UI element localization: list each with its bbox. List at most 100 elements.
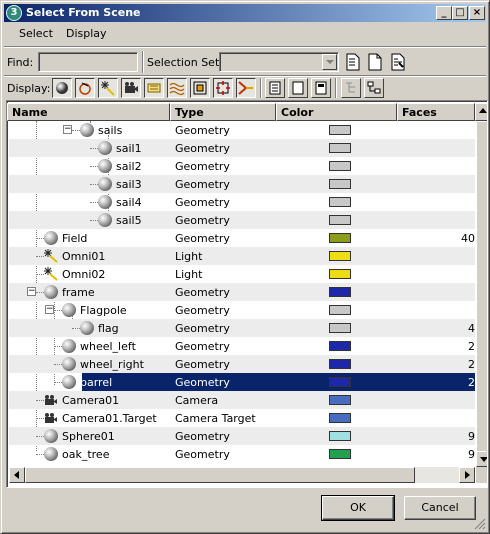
select-all-icon[interactable] — [345, 53, 361, 71]
scroll-down-button[interactable] — [476, 451, 487, 467]
display-none-button[interactable] — [288, 78, 308, 98]
table-row[interactable]: barrel Geometry 2 — [9, 373, 475, 391]
filter-xrefs-button[interactable] — [213, 78, 233, 98]
row-name: frame — [62, 286, 95, 299]
collapse-toggle-icon[interactable]: − — [63, 125, 72, 134]
cancel-button[interactable]: Cancel — [404, 496, 476, 520]
sphere-icon — [98, 159, 112, 173]
selection-set-label: Selection Set: — [147, 56, 223, 69]
table-row[interactable]: sail5 Geometry — [9, 211, 475, 229]
scroll-right-button[interactable] — [459, 467, 475, 483]
row-name: barrel — [80, 376, 113, 389]
horizontal-scroll-thumb[interactable] — [25, 467, 415, 483]
filter-spacewarps-button[interactable] — [167, 78, 187, 98]
table-row[interactable]: − frame Geometry — [9, 283, 475, 301]
table-row[interactable]: Omni01 Light — [9, 247, 475, 265]
filter-bones-button[interactable] — [236, 78, 256, 98]
vertical-scrollbar[interactable] — [476, 121, 487, 467]
tree-line — [90, 166, 98, 167]
sphere-icon — [62, 375, 76, 389]
table-row[interactable]: − Flagpole Geometry — [9, 301, 475, 319]
filter-cameras-button[interactable] — [121, 78, 141, 98]
sphere-icon — [98, 141, 112, 155]
tree-line — [54, 382, 62, 383]
display-all-button[interactable] — [265, 78, 285, 98]
menu-display[interactable]: Display — [66, 27, 107, 40]
table-row[interactable]: Camera01 Camera — [9, 391, 475, 409]
list-rows: − sails Geometry sail1 Geometry sail2 Geometry… — [9, 121, 475, 466]
table-row[interactable]: Field Geometry 40 — [9, 229, 475, 247]
table-row[interactable]: Camera01.Target Camera Target — [9, 409, 475, 427]
light-icon — [44, 267, 58, 281]
color-swatch — [329, 341, 351, 351]
header-scroll-up-button[interactable] — [475, 103, 487, 121]
color-swatch — [329, 215, 351, 225]
table-row[interactable]: sail4 Geometry — [9, 193, 475, 211]
table-row[interactable]: Sphere01 Geometry 9 — [9, 427, 475, 445]
tree-line — [54, 310, 62, 311]
horizontal-scrollbar[interactable] — [9, 467, 475, 483]
collapse-toggle-icon[interactable]: − — [27, 287, 36, 296]
filter-lights-button[interactable] — [98, 78, 118, 98]
column-header-color[interactable]: Color — [276, 103, 397, 121]
select-invert-icon[interactable] — [390, 53, 406, 71]
close-button[interactable]: × — [469, 6, 485, 20]
minimize-button[interactable]: _ — [436, 6, 452, 20]
table-row[interactable]: wheel_left Geometry 2 — [9, 337, 475, 355]
table-row[interactable]: sail3 Geometry — [9, 175, 475, 193]
chevron-down-icon[interactable] — [322, 54, 337, 70]
row-type: Camera — [175, 394, 219, 407]
color-swatch — [329, 179, 351, 189]
vertical-scroll-thumb[interactable] — [476, 121, 487, 457]
resize-grip-icon[interactable] — [474, 518, 486, 530]
scroll-left-button[interactable] — [9, 467, 25, 483]
row-type: Geometry — [175, 430, 230, 443]
sphere-icon — [44, 231, 58, 245]
sphere-icon — [44, 447, 58, 461]
title-bar[interactable]: 3 Select From Scene _ □ × — [4, 4, 486, 22]
row-name: sail5 — [116, 214, 142, 227]
row-type: Light — [175, 268, 203, 281]
filter-geometry-button[interactable] — [52, 78, 72, 98]
find-input[interactable] — [38, 52, 138, 72]
display-subtree-button[interactable] — [341, 78, 361, 98]
row-name: wheel_right — [80, 358, 144, 371]
table-row[interactable]: sail1 Geometry — [9, 139, 475, 157]
filter-groups-button[interactable] — [190, 78, 210, 98]
filter-helpers-button[interactable] — [144, 78, 164, 98]
maximize-button[interactable]: □ — [452, 6, 468, 20]
menu-select[interactable]: Select — [19, 27, 53, 40]
table-row[interactable]: oak_tree Geometry 9 — [9, 445, 475, 463]
select-dependents-button[interactable] — [364, 78, 384, 98]
row-name: wheel_left — [80, 340, 136, 353]
row-faces: 9 — [468, 430, 475, 443]
sphere-icon — [62, 357, 76, 371]
color-swatch — [329, 269, 351, 279]
collapse-toggle-icon[interactable]: − — [45, 305, 54, 314]
row-name: flag — [98, 322, 119, 335]
row-name: Flagpole — [80, 304, 127, 317]
table-row[interactable]: wheel_right Geometry 2 — [9, 355, 475, 373]
table-row[interactable]: flag Geometry 4 — [9, 319, 475, 337]
color-swatch — [329, 287, 351, 297]
column-header-type[interactable]: Type — [170, 103, 276, 121]
scene-object-list[interactable]: Name Type Color Faces − sails Geometry sail… — [6, 100, 488, 488]
column-header-faces[interactable]: Faces — [397, 103, 475, 121]
color-swatch — [329, 431, 351, 441]
table-row[interactable]: Omni02 Light — [9, 265, 475, 283]
color-swatch — [329, 395, 351, 405]
sphere-icon — [62, 303, 76, 317]
tree-line — [90, 202, 98, 203]
select-none-icon[interactable] — [367, 53, 383, 71]
sphere-icon — [98, 177, 112, 191]
column-header-name[interactable]: Name — [7, 103, 170, 121]
filter-shapes-button[interactable] — [75, 78, 95, 98]
tree-line — [36, 274, 44, 275]
row-name: sail2 — [116, 160, 142, 173]
sphere-icon — [80, 321, 94, 335]
display-invert-button[interactable] — [311, 78, 331, 98]
ok-button[interactable]: OK — [321, 495, 395, 521]
table-row[interactable]: sail2 Geometry — [9, 157, 475, 175]
table-row[interactable]: − sails Geometry — [9, 121, 475, 139]
selection-set-dropdown[interactable] — [219, 52, 339, 72]
